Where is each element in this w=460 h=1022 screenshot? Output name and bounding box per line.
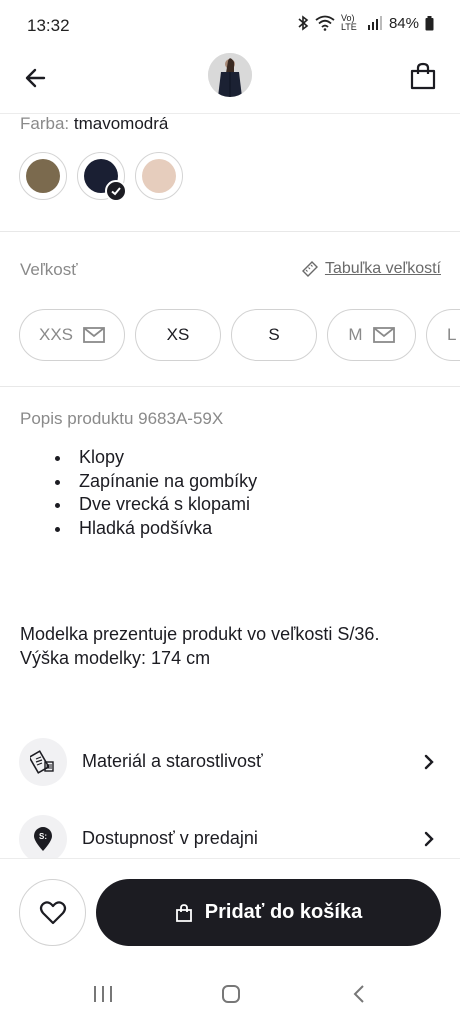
divider (0, 231, 460, 232)
add-to-cart-button[interactable]: Pridať do košíka (96, 879, 441, 946)
mail-icon (83, 327, 105, 343)
color-swatch-beige[interactable] (135, 152, 183, 200)
color-swatches (19, 152, 183, 202)
size-option-xs[interactable]: XS (135, 309, 221, 361)
size-guide-link[interactable]: Tabuľka veľkostí (301, 260, 441, 278)
heart-icon (39, 900, 66, 924)
model-size-text: Modelka prezentuje produkt vo veľkosti S… (20, 624, 380, 644)
chevron-right-icon (424, 831, 434, 847)
battery-percent: 84% (388, 14, 419, 32)
status-time: 13:32 (27, 16, 70, 35)
battery-icon (425, 15, 434, 30)
back-nav-icon[interactable] (352, 984, 366, 1004)
status-bar: 13:32 Vo) LTE 84% (0, 0, 460, 48)
color-swatch-olive[interactable] (19, 152, 67, 200)
list-item: Zapínanie na gombíky (52, 470, 257, 494)
list-item: Dve vrecká s klopami (52, 493, 257, 517)
svg-text:S:: S: (39, 832, 47, 841)
app-header (0, 48, 460, 114)
color-swatch-navy[interactable] (77, 152, 127, 202)
list-item: Klopy (52, 446, 257, 470)
mail-icon (372, 327, 395, 343)
system-nav-bar (0, 964, 460, 1022)
size-option-m[interactable]: M (327, 309, 416, 361)
model-info: Modelka prezentuje produkt vo veľkosti S… (20, 622, 379, 670)
action-bar: Pridať do košíka (0, 858, 460, 964)
shopping-bag-icon (175, 903, 192, 922)
shopping-bag-icon[interactable] (408, 61, 438, 91)
chevron-right-icon (424, 754, 434, 770)
wishlist-button[interactable] (19, 879, 86, 946)
size-option-xxs[interactable]: XXS (19, 309, 125, 361)
selected-check-icon (105, 180, 127, 202)
store-availability-label: Dostupnosť v predajni (82, 828, 258, 848)
size-option-s[interactable]: S (231, 309, 317, 361)
size-label: Veľkosť (20, 260, 78, 279)
color-value: tmavomodrá (73, 114, 169, 133)
ruler-icon (301, 261, 318, 277)
description-title: Popis produktu 9683A-59X (20, 409, 224, 428)
size-guide-label: Tabuľka veľkostí (324, 260, 441, 277)
home-icon[interactable] (221, 984, 241, 1004)
model-height-text: Výška modelky: 174 cm (20, 648, 211, 668)
size-options: XXS XS S M L (19, 309, 460, 361)
material-care-row[interactable]: Materiál a starostlivosť (0, 732, 460, 792)
network-type: Vo) LTE (340, 13, 357, 32)
wifi-icon (315, 15, 335, 31)
add-to-cart-label: Pridať do košíka (204, 901, 363, 923)
list-item: Hladká podšívka (52, 517, 257, 541)
signal-icon (367, 16, 382, 30)
product-thumbnail[interactable] (208, 53, 252, 97)
coat-thumbnail-image (208, 53, 252, 97)
bluetooth-icon (298, 15, 309, 31)
fabric-label-icon (19, 738, 67, 786)
material-care-label: Materiál a starostlivosť (82, 751, 263, 771)
divider (0, 386, 460, 387)
color-label-prefix: Farba: (20, 114, 70, 133)
recent-apps-icon[interactable] (92, 984, 114, 1004)
arrow-left-icon[interactable] (22, 64, 50, 92)
description-list: Klopy Zapínanie na gombíky Dve vrecká s … (52, 446, 257, 540)
color-label: Farba: tmavomodrá (20, 114, 168, 134)
size-option-l[interactable]: L (426, 309, 460, 361)
store-pin-icon: S: (19, 815, 67, 863)
status-icons: Vo) LTE 84% (297, 14, 434, 32)
